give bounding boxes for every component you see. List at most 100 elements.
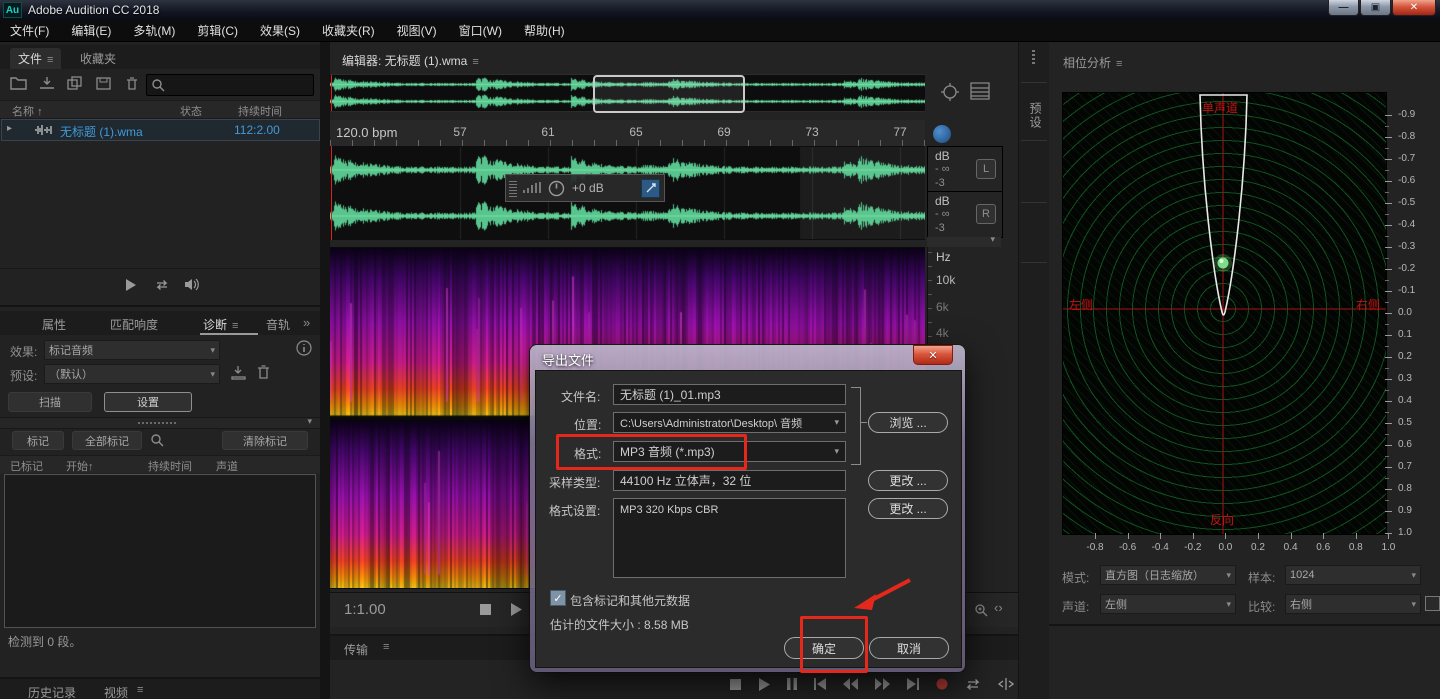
col-status[interactable]: 状态	[180, 103, 202, 119]
play-icon[interactable]	[758, 678, 770, 691]
gain-hud[interactable]: +0 dB	[505, 174, 665, 202]
filename-input[interactable]: 无标题 (1)_01.mp3	[613, 384, 846, 405]
trash-icon[interactable]	[124, 76, 140, 91]
col-duration2[interactable]: 持续时间	[148, 458, 192, 474]
panel-menu-icon[interactable]: ≡	[232, 320, 238, 332]
channel-dropdown[interactable]: 左侧▾	[1100, 594, 1236, 614]
open-folder-icon[interactable]	[10, 76, 28, 91]
skip-to-end-icon[interactable]	[907, 678, 919, 690]
timeline-ruler[interactable]: 120.0 bpm 576165697377	[330, 120, 925, 147]
delete-preset-icon[interactable]	[256, 364, 271, 380]
play-icon[interactable]	[510, 603, 522, 616]
menu-item[interactable]: 剪辑(C)	[197, 22, 238, 39]
menu-item[interactable]: 帮助(H)	[524, 22, 565, 39]
dialog-close-button[interactable]: ✕	[913, 345, 953, 365]
skip-to-start-icon[interactable]	[814, 678, 826, 690]
tab-diagnostics[interactable]: 诊断≡	[203, 316, 238, 333]
tab-transport[interactable]: 传输	[344, 641, 368, 658]
cancel-button[interactable]: 取消	[869, 637, 949, 659]
phase-scope[interactable]: 单声道 左侧 右侧 反向	[1062, 92, 1387, 535]
gain-knob-icon[interactable]	[548, 180, 565, 197]
search-input[interactable]	[146, 74, 314, 96]
minimize-button[interactable]: —	[1328, 0, 1359, 16]
menu-item[interactable]: 效果(S)	[260, 22, 300, 39]
new-file-icon[interactable]	[66, 76, 84, 91]
col-name[interactable]: 名称 ↑	[12, 103, 43, 119]
panel-menu-icon[interactable]: ≡	[1116, 58, 1122, 70]
expand-chevron-icon[interactable]: ▸	[7, 123, 12, 134]
spot-fix-icon[interactable]	[940, 82, 960, 102]
hud-drag-handle-icon[interactable]	[509, 179, 517, 197]
change-sample-type-button[interactable]: 更改 ...	[868, 470, 948, 491]
monitor-icon[interactable]	[933, 125, 951, 143]
hud-gain-value[interactable]: +0 dB	[572, 181, 604, 195]
restore-button[interactable]: ▣	[1360, 0, 1391, 16]
file-row[interactable]: ▸ 无标题 (1).wma 112:2.00	[1, 119, 320, 141]
collapse-arrow-icon[interactable]: ▾	[307, 416, 312, 427]
fast-forward-icon[interactable]	[875, 678, 890, 690]
col-channel[interactable]: 声道	[216, 458, 238, 474]
tab-match-loudness[interactable]: 匹配响度	[110, 316, 158, 333]
record-icon[interactable]	[936, 678, 948, 690]
scan-button[interactable]: 扫描	[8, 392, 92, 412]
waveform-view[interactable]: +0 dB	[330, 146, 925, 240]
location-dropdown[interactable]: C:\Users\Administrator\Desktop\ 音频▾	[613, 412, 846, 433]
effect-dropdown[interactable]: 标记音频▾	[44, 340, 220, 360]
playhead-arrows-icon[interactable]	[998, 678, 1014, 690]
file-name[interactable]: 无标题 (1).wma	[60, 123, 143, 140]
samples-dropdown[interactable]: 1024▾	[1285, 565, 1421, 585]
overview-selection-box[interactable]	[593, 75, 745, 113]
tab-files[interactable]: 文件≡	[10, 48, 61, 69]
mode-dropdown[interactable]: 直方图（日志缩放）▾	[1100, 565, 1236, 585]
channel-right-button[interactable]: R	[976, 204, 996, 224]
rewind-icon[interactable]	[843, 678, 858, 690]
panel-menu-icon[interactable]: ≡	[137, 684, 143, 696]
include-metadata-checkbox[interactable]: ✓	[550, 590, 566, 606]
col-duration[interactable]: 持续时间	[238, 103, 282, 119]
save-preset-icon[interactable]	[230, 365, 247, 381]
layers-icon[interactable]	[970, 82, 990, 100]
search-marks-icon[interactable]	[150, 433, 164, 447]
mark-button[interactable]: 标记	[12, 431, 64, 450]
overview-strip[interactable]	[330, 74, 925, 112]
stop-icon[interactable]	[480, 604, 491, 615]
zoom-in-icon[interactable]	[974, 603, 988, 617]
tab-favorites[interactable]: 收藏夹	[80, 50, 116, 67]
tab-clipped[interactable]: 音轨	[266, 316, 290, 333]
browse-button[interactable]: 浏览 ...	[868, 412, 948, 433]
menu-item[interactable]: 多轨(M)	[133, 22, 175, 39]
save-icon[interactable]	[95, 76, 113, 91]
pause-icon[interactable]	[787, 678, 797, 690]
panel-menu-icon[interactable]: ≡	[47, 54, 53, 66]
preset-dropdown[interactable]: （默认）▾	[44, 364, 220, 384]
tab-overflow-icon[interactable]: »	[303, 315, 310, 330]
panel-menu-icon[interactable]: ≡	[383, 641, 389, 653]
menu-item[interactable]: 编辑(E)	[71, 22, 111, 39]
drag-handle-icon[interactable]	[138, 422, 178, 424]
hud-settings-icon[interactable]	[641, 179, 660, 198]
compare-dropdown[interactable]: 右侧▾	[1285, 594, 1421, 614]
panel-splitter[interactable]: ▾	[0, 417, 320, 429]
menu-item[interactable]: 视图(V)	[397, 22, 437, 39]
tab-presets-vertical[interactable]: 预设	[1027, 102, 1044, 130]
change-format-settings-button[interactable]: 更改 ...	[868, 498, 948, 519]
vertical-splitter[interactable]	[320, 42, 330, 699]
channel-left-button[interactable]: L	[976, 159, 996, 179]
info-icon[interactable]	[296, 340, 312, 356]
stop-icon[interactable]	[730, 679, 741, 690]
loop-playback-icon[interactable]	[154, 278, 170, 292]
normalize-checkbox[interactable]	[1425, 596, 1440, 611]
mark-all-button[interactable]: 全部标记	[72, 431, 142, 450]
col-start[interactable]: 开始↑	[66, 458, 94, 474]
col-marked[interactable]: 已标记	[10, 458, 43, 474]
menu-item[interactable]: 收藏夹(R)	[322, 22, 375, 39]
speaker-icon[interactable]	[184, 277, 200, 292]
import-icon[interactable]	[38, 76, 56, 91]
play-icon[interactable]	[124, 278, 138, 292]
settings-button[interactable]: 设置	[104, 392, 192, 412]
clear-marks-button[interactable]: 清除标记	[222, 431, 308, 450]
dock-handle-icon[interactable]	[1032, 50, 1035, 64]
tab-video[interactable]: 视频	[104, 684, 128, 699]
tab-history[interactable]: 历史记录	[28, 684, 76, 699]
marks-list[interactable]	[4, 474, 316, 628]
